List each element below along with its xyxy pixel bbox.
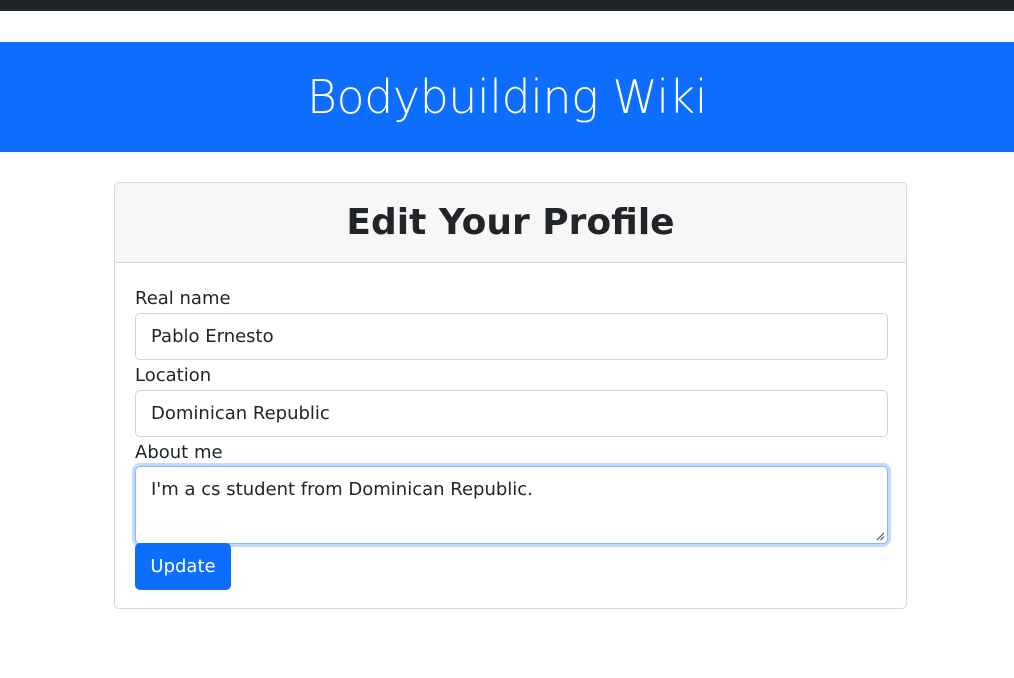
location-input[interactable] bbox=[135, 390, 888, 437]
site-title: Bodybuilding Wiki bbox=[306, 70, 708, 124]
update-button[interactable]: Update bbox=[135, 543, 231, 590]
location-label: Location bbox=[135, 365, 212, 386]
browser-top-strip bbox=[0, 0, 1014, 11]
real-name-label: Real name bbox=[135, 288, 231, 309]
about-me-label: About me bbox=[135, 442, 223, 463]
site-banner: Bodybuilding Wiki bbox=[0, 42, 1014, 152]
about-me-textarea[interactable]: I'm a cs student from Dominican Republic… bbox=[136, 467, 887, 543]
card-header: Edit Your Profile bbox=[115, 183, 906, 263]
about-me-field: I'm a cs student from Dominican Republic… bbox=[135, 466, 888, 544]
card-title: Edit Your Profile bbox=[346, 201, 675, 243]
resize-handle-icon[interactable] bbox=[875, 531, 885, 541]
real-name-input[interactable] bbox=[135, 313, 888, 360]
edit-profile-card: Edit Your Profile Real name Location Abo… bbox=[114, 182, 907, 609]
